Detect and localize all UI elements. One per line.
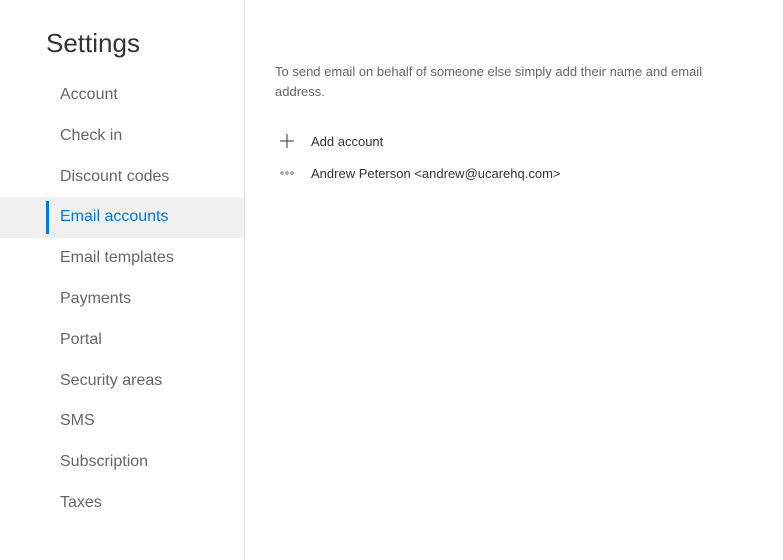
plus-icon <box>279 133 295 149</box>
main-content: To send email on behalf of someone else … <box>245 0 783 560</box>
description-text: To send email on behalf of someone else … <box>275 62 735 101</box>
sidebar-item-security-areas[interactable]: Security areas <box>0 361 244 402</box>
sidebar-item-subscription[interactable]: Subscription <box>0 442 244 483</box>
sidebar-item-account[interactable]: Account <box>0 75 244 116</box>
sidebar-item-check-in[interactable]: Check in <box>0 116 244 157</box>
sidebar-item-email-templates[interactable]: Email templates <box>0 238 244 279</box>
sidebar-item-discount-codes[interactable]: Discount codes <box>0 157 244 198</box>
add-account-button[interactable]: Add account <box>275 125 751 157</box>
sidebar-item-portal[interactable]: Portal <box>0 320 244 361</box>
sidebar-item-taxes[interactable]: Taxes <box>0 483 244 524</box>
add-account-label: Add account <box>311 134 383 149</box>
sidebar-item-sms[interactable]: SMS <box>0 401 244 442</box>
sidebar-item-email-accounts[interactable]: Email accounts <box>0 197 244 238</box>
account-label: Andrew Peterson <andrew@ucarehq.com> <box>311 166 561 181</box>
sidebar: Settings Account Check in Discount codes… <box>0 0 245 560</box>
sidebar-item-payments[interactable]: Payments <box>0 279 244 320</box>
page-title: Settings <box>0 28 244 59</box>
account-row[interactable]: Andrew Peterson <andrew@ucarehq.com> <box>275 157 751 189</box>
nav-list: Account Check in Discount codes Email ac… <box>0 75 244 524</box>
more-icon <box>279 165 295 181</box>
